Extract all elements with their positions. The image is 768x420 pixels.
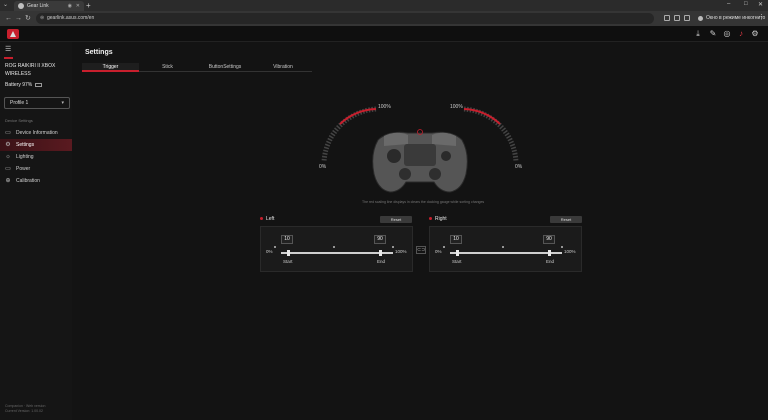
cast-icon[interactable] — [674, 15, 680, 21]
hamburger-menu-icon[interactable]: ☰ — [5, 45, 11, 53]
left-arc-max-label: 100% — [378, 104, 391, 110]
tab-vibration[interactable]: Vibration — [254, 63, 312, 72]
tab-trigger[interactable]: Trigger — [82, 63, 139, 72]
app-header: ⤓ ✎ ◎ ♪ ⚙ — [0, 26, 768, 42]
minimize-icon[interactable]: – — [727, 1, 730, 7]
battery-icon — [35, 82, 43, 87]
battery-icon: ▭ — [5, 166, 11, 172]
left-min-label: 0% — [266, 249, 273, 254]
left-end-value[interactable]: 90 — [374, 235, 386, 244]
sun-icon: ☼ — [5, 154, 11, 160]
left-range-slider[interactable] — [281, 252, 393, 254]
info-card-icon: ▭ — [5, 130, 11, 136]
browser-tab-bar: ⌄ Gear Link ◉ ✕ + – □ ✕ — [0, 0, 768, 11]
close-window-icon[interactable]: ✕ — [758, 1, 763, 8]
left-trigger-panel: 10 90 0% 100% Start End — [260, 226, 413, 272]
section-label: Device Settings — [5, 118, 33, 123]
right-min-label: 0% — [435, 249, 442, 254]
browser-tab[interactable]: Gear Link ◉ ✕ — [14, 1, 84, 11]
controller-image — [372, 129, 468, 193]
bookmark-icon[interactable] — [684, 15, 690, 21]
profile-select[interactable]: Profile 1 ▾ — [4, 97, 70, 109]
page-title: Settings — [85, 49, 113, 56]
url-text: gearlink.asus.com/en — [47, 15, 95, 21]
right-max-label: 100% — [564, 249, 576, 254]
reload-icon[interactable]: ↻ — [25, 14, 31, 23]
sidebar-item-calibration[interactable]: ⊕ Calibration — [0, 175, 72, 187]
address-bar[interactable]: ⊜ gearlink.asus.com/en — [36, 13, 654, 24]
browser-toolbar: ← → ↻ ⊜ gearlink.asus.com/en Окно в режи… — [0, 11, 768, 26]
left-start-handle[interactable] — [287, 250, 290, 256]
back-icon[interactable]: ← — [5, 14, 12, 23]
left-arc-min-label: 0% — [319, 164, 327, 170]
tab-title: Gear Link — [27, 3, 49, 9]
hint-text: The red scaling line displays in clears … — [362, 200, 485, 204]
chevron-down-icon: ▾ — [61, 100, 64, 106]
right-arc-max-label: 100% — [450, 104, 463, 110]
left-start-label: Start — [283, 259, 293, 264]
tab-button-settings[interactable]: ButtonSettings — [196, 63, 254, 72]
close-tab-icon[interactable]: ✕ — [76, 1, 80, 11]
gear-icon: ⚙ — [5, 142, 11, 148]
notification-bell-icon[interactable]: ♪ — [737, 30, 745, 38]
settings-tabs: Trigger Stick ButtonSettings Vibration — [82, 63, 312, 72]
left-trigger-heading: Left — [260, 216, 274, 222]
right-end-handle[interactable] — [548, 250, 551, 256]
battery-status: Battery 97% — [5, 82, 43, 88]
left-max-label: 100% — [395, 249, 407, 254]
right-start-value[interactable]: 10 — [450, 235, 462, 244]
right-reset-button[interactable]: Reset — [550, 216, 582, 223]
left-end-label: End — [377, 259, 386, 264]
rog-logo — [7, 29, 19, 39]
right-end-label: End — [546, 259, 555, 264]
maximize-icon[interactable]: □ — [744, 1, 748, 7]
right-trigger-panel: 10 90 0% 100% Start End — [429, 226, 582, 272]
right-arc-min-label: 0% — [515, 164, 523, 170]
game-library-icon[interactable]: ◎ — [723, 30, 731, 38]
edit-icon[interactable]: ✎ — [709, 30, 717, 38]
rog-brand-mark — [4, 57, 13, 59]
left-reset-button[interactable]: Reset — [380, 216, 412, 223]
tab-stick[interactable]: Stick — [139, 63, 196, 72]
sidebar-item-settings[interactable]: ⚙ Settings — [0, 139, 72, 151]
device-name: ROG RAIKIRI II XBOX WIRELESS — [5, 63, 56, 77]
translate-icon[interactable] — [664, 15, 670, 21]
target-icon: ⊕ — [5, 178, 11, 184]
speaker-icon[interactable]: ◉ — [68, 1, 72, 11]
incognito-icon — [698, 16, 703, 21]
right-start-handle[interactable] — [456, 250, 459, 256]
settings-gear-icon[interactable]: ⚙ — [751, 30, 759, 38]
left-end-handle[interactable] — [379, 250, 382, 256]
download-icon[interactable]: ⤓ — [694, 30, 702, 38]
favicon-icon — [18, 3, 24, 9]
right-trigger-heading: Right — [429, 216, 447, 222]
right-end-value[interactable]: 90 — [543, 235, 555, 244]
tab-search-icon[interactable]: ⌄ — [3, 1, 8, 8]
main-content: Settings Trigger Stick ButtonSettings Vi… — [72, 42, 768, 420]
right-range-slider[interactable] — [450, 252, 562, 254]
link-triggers-icon[interactable]: ⊂⊃ — [416, 246, 426, 254]
new-tab-button[interactable]: + — [86, 1, 91, 10]
sidebar: ☰ ROG RAIKIRI II XBOX WIRELESS Battery 9… — [0, 42, 72, 420]
forward-icon[interactable]: → — [15, 14, 22, 23]
sidebar-item-power[interactable]: ▭ Power — [0, 163, 72, 175]
version-footer: Companion · Web version Current Version:… — [5, 404, 46, 413]
sidebar-item-lighting[interactable]: ☼ Lighting — [0, 151, 72, 163]
site-info-icon[interactable]: ⊜ — [40, 13, 44, 24]
incognito-indicator[interactable]: Окно в режиме инкогнито — [698, 14, 765, 23]
right-start-label: Start — [452, 259, 462, 264]
sidebar-item-device-information[interactable]: ▭ Device Information — [0, 127, 72, 139]
browser-menu-icon[interactable]: ⋮ — [758, 13, 765, 21]
left-start-value[interactable]: 10 — [281, 235, 293, 244]
